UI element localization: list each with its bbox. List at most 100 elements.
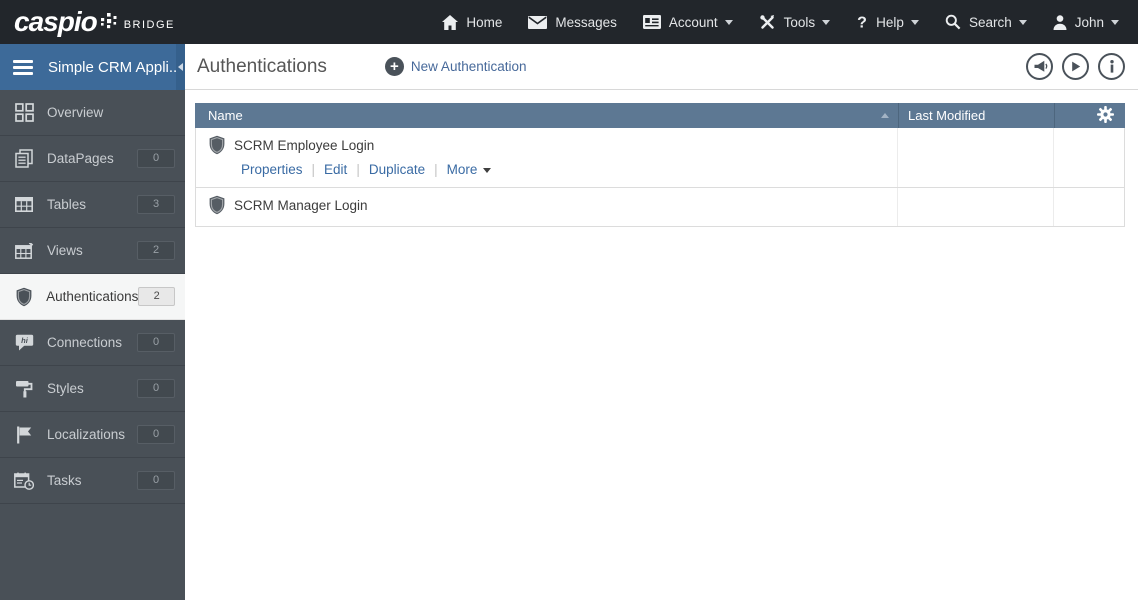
play-icon: [1069, 60, 1082, 73]
localizations-icon: [12, 426, 36, 444]
megaphone-button[interactable]: [1026, 53, 1053, 80]
caspio-logo-text: caspio: [14, 6, 98, 37]
hamburger-menu-icon[interactable]: [13, 59, 33, 75]
auth-name-line: SCRM Manager Login: [208, 194, 897, 216]
new-authentication-label: New Authentication: [410, 59, 527, 74]
account-icon: [642, 15, 661, 29]
auth-name: SCRM Manager Login: [234, 197, 368, 213]
new-authentication-button[interactable]: + New Authentication: [384, 57, 527, 76]
gear-icon: [1097, 105, 1114, 126]
nav-item-help[interactable]: ? Help: [843, 0, 932, 44]
chevron-down-icon: [1111, 19, 1119, 25]
caspio-logo-mark-icon: [100, 9, 118, 38]
nav-item-home[interactable]: Home: [429, 0, 515, 44]
table-settings-button[interactable]: [1054, 103, 1125, 128]
sidebar-item-label: Overview: [47, 105, 104, 120]
count-badge: 0: [137, 471, 175, 490]
table-row[interactable]: SCRM Manager Login: [196, 188, 1124, 226]
sidebar-item-authentications[interactable]: Authentications 2: [0, 274, 185, 320]
chevron-down-icon: [483, 167, 492, 173]
nav-item-search[interactable]: Search: [932, 0, 1040, 44]
sidebar-item-overview[interactable]: Overview: [0, 90, 185, 136]
cell-last-modified: [897, 128, 1053, 187]
nav-item-tools[interactable]: Tools: [746, 0, 844, 44]
nav-item-label: Account: [668, 14, 718, 30]
nav-item-label: John: [1074, 14, 1104, 30]
nav-item-john[interactable]: John: [1040, 0, 1132, 44]
column-header-name[interactable]: Name: [195, 103, 898, 128]
cell-last-modified: [897, 188, 1053, 226]
column-header-last-modified[interactable]: Last Modified: [898, 103, 1054, 128]
main-content: Authentications + New Authentication Nam…: [185, 44, 1138, 600]
count-badge: 2: [137, 241, 175, 260]
sidebar-item-connections[interactable]: hi Connections 0: [0, 320, 185, 366]
count-badge: 0: [137, 333, 175, 352]
top-nav: Home Messages Account Tools? Help Search John: [429, 0, 1138, 44]
authentications-table: Name Last Modified SCRM Employee Login P…: [195, 103, 1125, 227]
shield-icon: [208, 195, 226, 215]
cell-actions-spacer: [1053, 128, 1124, 187]
sidebar-item-localizations[interactable]: Localizations 0: [0, 412, 185, 458]
sidebar-item-label: DataPages: [47, 151, 114, 166]
play-button[interactable]: [1062, 53, 1089, 80]
sidebar-item-tables[interactable]: Tables 3: [0, 182, 185, 228]
sidebar-item-label: Localizations: [47, 427, 126, 442]
chevron-down-icon: [822, 19, 831, 25]
tables-icon: [12, 197, 36, 212]
column-header-name-label: Name: [208, 108, 243, 123]
sidebar-item-styles[interactable]: Styles 0: [0, 366, 185, 412]
megaphone-icon: [1032, 60, 1048, 73]
action-label: Edit: [324, 161, 348, 177]
sort-ascending-icon: [881, 113, 889, 118]
caspio-logo[interactable]: caspio BRIDGE: [0, 7, 175, 38]
count-badge: 0: [137, 149, 175, 168]
user-icon: [1053, 14, 1067, 30]
action-properties[interactable]: Properties: [241, 162, 303, 177]
info-button[interactable]: [1098, 53, 1125, 80]
svg-text:hi: hi: [21, 336, 29, 345]
home-icon: [442, 14, 459, 30]
sidebar-item-label: Connections: [47, 335, 123, 350]
sidebar-item-label: Styles: [47, 381, 84, 396]
action-edit[interactable]: Edit: [324, 162, 347, 177]
chevron-down-icon: [1018, 19, 1027, 25]
count-badge: 2: [138, 287, 175, 306]
nav-item-account[interactable]: Account: [630, 0, 746, 44]
action-more[interactable]: More: [447, 162, 492, 177]
sidebar: Simple CRM Appli... Overview DataPages 0 Ta…: [0, 44, 185, 600]
app-title[interactable]: Simple CRM Appli...: [48, 59, 176, 76]
nav-item-label: Help: [876, 14, 904, 30]
table-body: SCRM Employee Login Properties | Edit | Dupli…: [195, 128, 1125, 227]
top-bar: caspio BRIDGE Home Messages Account Tools? H…: [0, 0, 1138, 44]
page-header: Authentications + New Authentication: [185, 44, 1138, 90]
help-icon: ?: [856, 14, 868, 31]
sidebar-item-views[interactable]: Views 2: [0, 228, 185, 274]
sidebar-item-label: Views: [47, 243, 83, 258]
nav-item-messages[interactable]: Messages: [515, 0, 630, 44]
sidebar-item-tasks[interactable]: Tasks 0: [0, 458, 185, 504]
overview-icon: [12, 103, 36, 122]
table-header-row: Name Last Modified: [195, 103, 1125, 128]
nav-item-label: Search: [968, 14, 1012, 30]
sidebar-header: Simple CRM Appli...: [0, 44, 185, 90]
sidebar-item-label: Tables: [47, 197, 87, 212]
styles-icon: [12, 380, 36, 398]
table-row[interactable]: SCRM Employee Login Properties | Edit | Dupli…: [196, 128, 1124, 188]
cell-actions-spacer: [1053, 188, 1124, 226]
nav-item-label: Home: [466, 14, 503, 30]
tasks-icon: [12, 472, 36, 490]
sidebar-item-label: Authentications: [46, 289, 139, 304]
tools-icon: [759, 14, 776, 31]
sidebar-collapse-handle[interactable]: [176, 44, 185, 90]
action-label: Properties: [241, 161, 303, 177]
action-label: More: [446, 161, 478, 177]
count-badge: 3: [137, 195, 175, 214]
action-duplicate[interactable]: Duplicate: [369, 162, 425, 177]
shield-icon: [208, 135, 226, 155]
chevron-left-icon: [178, 63, 183, 71]
sidebar-items: Overview DataPages 0 Tables 3 Views 2 Authentic…: [0, 90, 185, 504]
chevron-down-icon: [910, 19, 919, 25]
datapages-icon: [12, 149, 36, 168]
auth-name-line: SCRM Employee Login: [208, 134, 897, 156]
sidebar-item-datapages[interactable]: DataPages 0: [0, 136, 185, 182]
